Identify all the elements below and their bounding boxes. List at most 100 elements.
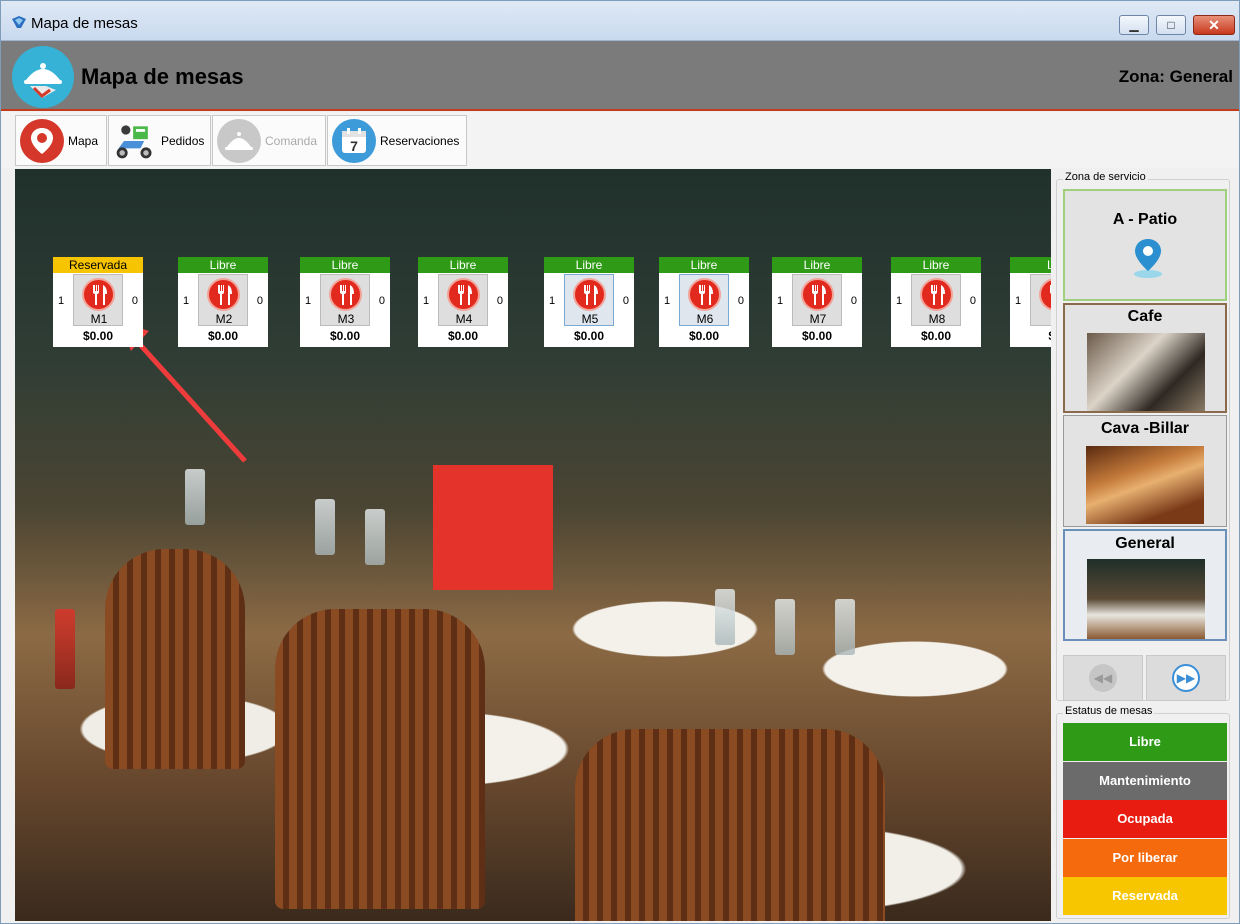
fork-knife-icon	[447, 278, 480, 311]
table-total: $0.00	[329, 329, 361, 343]
close-icon: ✕	[1208, 16, 1220, 33]
table-name: M8	[928, 312, 946, 326]
table-status-badge: Libre	[178, 257, 268, 273]
minimize-button[interactable]: ▁	[1119, 15, 1149, 35]
table-guest-count: 1	[777, 295, 784, 307]
table-button[interactable]: M1	[73, 274, 123, 326]
table-name: M	[1031, 312, 1051, 326]
zone-button-general[interactable]: General	[1063, 529, 1227, 641]
zone-name: Cafe	[1127, 308, 1163, 325]
table-card-m7[interactable]: Libre 1 0 M7 $0.00	[772, 257, 862, 347]
location-pin-icon	[1134, 239, 1162, 278]
table-guest-count: 1	[423, 295, 430, 307]
table-guest-count: 1	[549, 295, 556, 307]
zone-button-cafe[interactable]: Cafe	[1063, 303, 1227, 413]
table-card-m8[interactable]: Libre 1 0 M8 $0.00	[891, 257, 981, 347]
table-button[interactable]: M4	[438, 274, 488, 326]
zone-cafe-photo	[1087, 333, 1205, 411]
table-card-m1[interactable]: Reservada 1 0 M1 $0.00	[53, 257, 143, 347]
tab-pedidos[interactable]: Pedidos	[108, 115, 211, 166]
zone-button-patio[interactable]: A - Patio	[1063, 189, 1227, 301]
tab-reservaciones[interactable]: 7 Reservaciones	[327, 115, 467, 166]
table-button[interactable]: M5	[564, 274, 614, 326]
table-order-count: 0	[131, 295, 138, 307]
zone-name: General	[1115, 535, 1175, 552]
table-name: M5	[581, 312, 599, 326]
status-legend-libre[interactable]: Libre	[1063, 723, 1227, 761]
app-bird-icon	[12, 16, 26, 28]
window-title: Mapa de mesas	[31, 15, 138, 32]
table-button[interactable]: M6	[679, 274, 729, 326]
table-total: $0	[1010, 329, 1051, 343]
maximize-icon: □	[1167, 18, 1175, 32]
fast-forward-icon: ▶▶	[1172, 664, 1200, 692]
table-button[interactable]: M	[1030, 274, 1051, 326]
table-total: $0.00	[920, 329, 952, 343]
page-header: Mapa de mesas Zona: General	[1, 41, 1239, 111]
status-legend-reservada[interactable]: Reservada	[1063, 877, 1227, 915]
zone-name: A - Patio	[1112, 211, 1178, 228]
table-order-count: 0	[622, 295, 629, 307]
table-map[interactable]: Reservada 1 0 M1 $0.00 Libre 1 0 M2 $0.00 Libre 1 0 M…	[15, 169, 1051, 921]
table-total: $0.00	[801, 329, 833, 343]
table-guest-count: 1	[305, 295, 312, 307]
table-card-m[interactable]: Lib 1M $0	[1010, 257, 1051, 347]
table-total: $0.00	[688, 329, 720, 343]
table-guest-count: 1	[1015, 295, 1022, 307]
previous-zone-button[interactable]: ◀◀	[1063, 655, 1143, 701]
delivery-scooter-icon	[113, 119, 157, 163]
table-name: M7	[809, 312, 827, 326]
table-total: $0.00	[573, 329, 605, 343]
table-total: $0.00	[207, 329, 239, 343]
status-legend-mantenimiento[interactable]: Mantenimiento	[1063, 761, 1227, 800]
tab-mapa-label: Mapa	[68, 133, 99, 148]
table-status-badge: Libre	[772, 257, 862, 273]
table-name: M4	[455, 312, 473, 326]
table-button[interactable]: M2	[198, 274, 248, 326]
zone-general-photo	[1087, 559, 1205, 639]
right-panel: Zona de servicio A - Patio Cafe Cava -Bi…	[1054, 169, 1232, 921]
status-legend-por-liberar[interactable]: Por liberar	[1063, 838, 1227, 877]
table-button[interactable]: M8	[911, 274, 961, 326]
map-pin-icon	[20, 118, 64, 163]
table-status-badge: Libre	[891, 257, 981, 273]
table-name: M2	[215, 312, 233, 326]
zone-cava-photo	[1086, 446, 1204, 524]
calendar-badge: 7	[350, 138, 358, 154]
table-guest-count: 1	[664, 295, 671, 307]
fork-knife-icon	[329, 278, 362, 311]
table-card-m6[interactable]: Libre 1 0 M6 $0.00	[659, 257, 749, 347]
table-order-count: 0	[378, 295, 385, 307]
fork-knife-icon	[920, 278, 953, 311]
table-card-m2[interactable]: Libre 1 0 M2 $0.00	[178, 257, 268, 347]
table-status-badge: Libre	[544, 257, 634, 273]
table-order-count: 0	[850, 295, 857, 307]
next-zone-button[interactable]: ▶▶	[1146, 655, 1226, 701]
tab-comanda[interactable]: Comanda	[212, 115, 326, 166]
fork-knife-icon	[1039, 278, 1051, 311]
close-button[interactable]: ✕	[1193, 15, 1235, 35]
table-button[interactable]: M7	[792, 274, 842, 326]
service-zone-label: Zona de servicio	[1063, 171, 1148, 183]
table-status-badge: Libre	[659, 257, 749, 273]
table-name: M1	[90, 312, 108, 326]
table-status-badge: Libre	[300, 257, 390, 273]
status-legend-ocupada[interactable]: Ocupada	[1063, 800, 1227, 838]
maximize-button[interactable]: □	[1156, 15, 1186, 35]
page-title: Mapa de mesas	[81, 64, 244, 89]
minimize-icon: ▁	[1129, 18, 1139, 32]
tab-mapa[interactable]: Mapa	[15, 115, 107, 166]
zone-name: Cava -Billar	[1100, 420, 1190, 437]
table-order-count: 0	[496, 295, 503, 307]
fork-knife-icon	[82, 278, 115, 311]
table-button[interactable]: M3	[320, 274, 370, 326]
table-card-m3[interactable]: Libre 1 0 M3 $0.00	[300, 257, 390, 347]
zone-button-cava-billar[interactable]: Cava -Billar	[1063, 415, 1227, 527]
table-card-m5[interactable]: Libre 1 0 M5 $0.00	[544, 257, 634, 347]
table-card-m4[interactable]: Libre 1 0 M4 $0.00	[418, 257, 508, 347]
waiter-logo-icon	[12, 46, 74, 108]
table-guest-count: 1	[896, 295, 903, 307]
table-status-badge: Libre	[418, 257, 508, 273]
tab-pedidos-label: Pedidos	[161, 133, 205, 148]
table-status-badge: Lib	[1010, 257, 1051, 273]
